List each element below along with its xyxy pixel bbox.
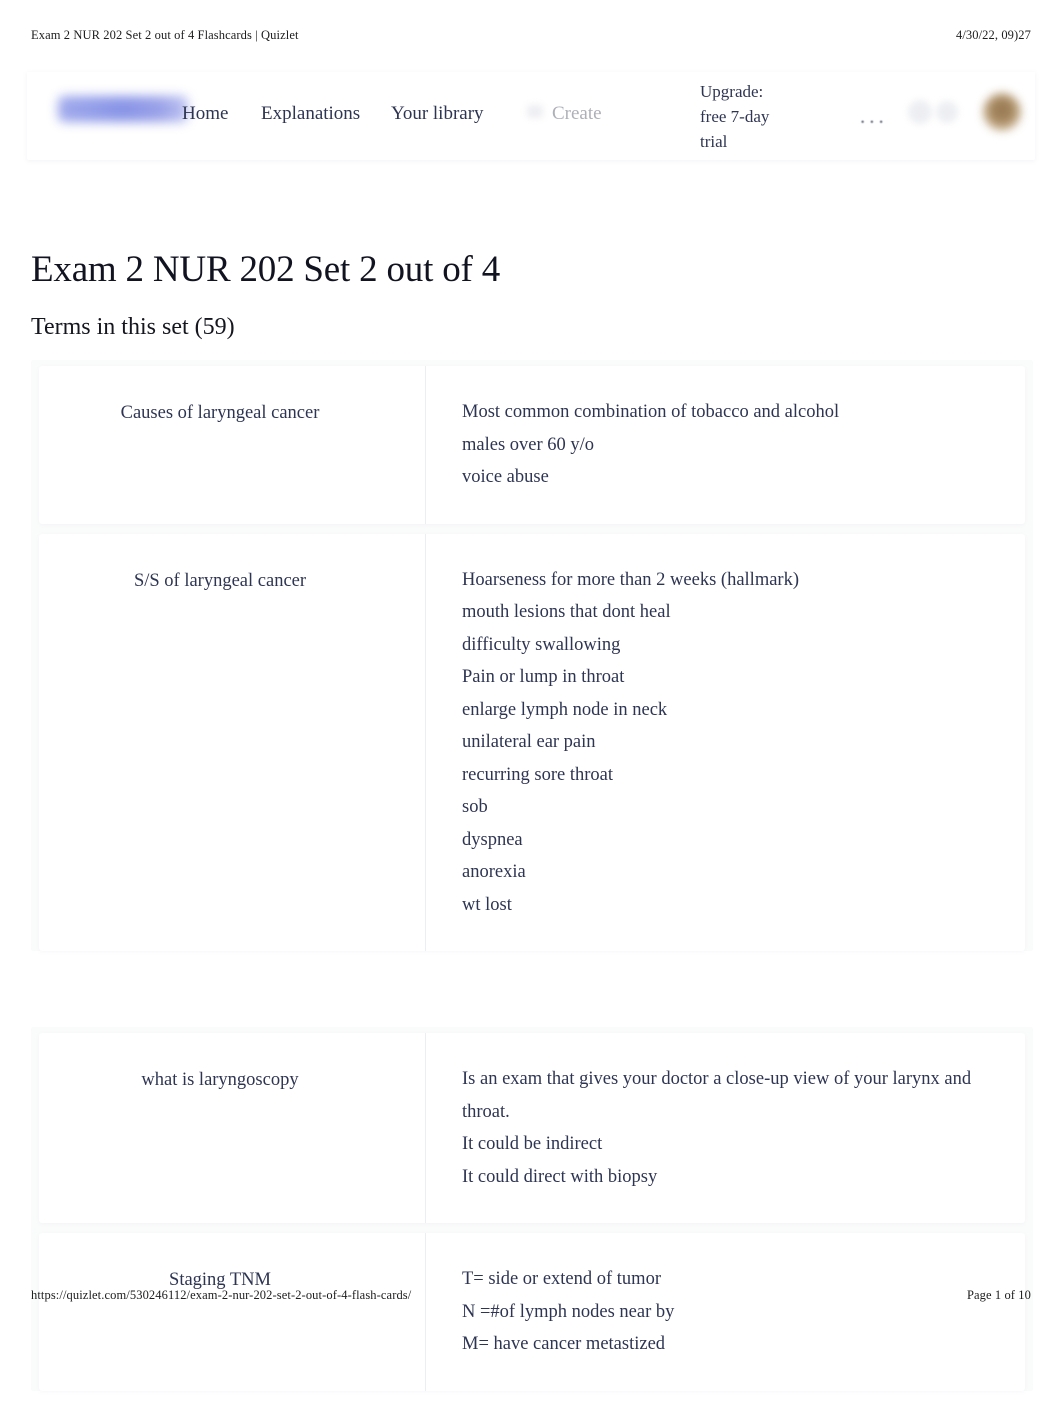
table-row[interactable]: Staging TNM T= side or extend of tumor N… xyxy=(39,1233,1025,1391)
flashcard-definition: Hoarseness for more than 2 weeks (hallma… xyxy=(426,534,1025,952)
definition-line: mouth lesions that dont heal xyxy=(462,602,671,622)
terms-heading: Terms in this set (59) xyxy=(31,314,235,340)
nav-item-explanations[interactable]: Explanations xyxy=(261,103,360,125)
definition-line: sob xyxy=(462,797,488,817)
definition-line: It could direct with biopsy xyxy=(462,1166,658,1187)
nav-item-create[interactable]: Create xyxy=(552,103,602,125)
definition-line: It could be indirect xyxy=(462,1134,603,1154)
definition-line: Pain or lump in throat xyxy=(462,667,625,687)
definition-line: wt lost xyxy=(462,894,512,915)
flashcard-group-bottom: what is laryngoscopy Is an exam that giv… xyxy=(31,1027,1033,1391)
print-footer: https://quizlet.com/530246112/exam-2-nur… xyxy=(0,1288,1062,1308)
flashcard-term: what is laryngoscopy xyxy=(141,1070,299,1090)
definition-line: recurring sore throat xyxy=(462,764,614,785)
definition-line: difficulty swallowing xyxy=(462,634,621,655)
print-header-title: Exam 2 NUR 202 Set 2 out of 4 Flashcards… xyxy=(31,28,299,42)
flashcard-definition: Is an exam that gives your doctor a clos… xyxy=(426,1033,1025,1223)
flashcard-term: Staging TNM xyxy=(169,1270,271,1290)
chevron-down-icon[interactable] xyxy=(527,105,543,118)
definition-line: M= have cancer metastized xyxy=(462,1334,666,1354)
definition-line: enlarge lymph node in neck xyxy=(462,699,668,720)
print-footer-page: Page 1 of 10 xyxy=(966,1288,1031,1302)
definition-line: Is an exam that gives your doctor a clos… xyxy=(462,1069,972,1122)
print-header-date: 4/30/22, 09)27 xyxy=(955,28,1031,42)
definition-line: voice abuse xyxy=(462,467,549,487)
avatar[interactable] xyxy=(983,93,1021,131)
more-options-icon[interactable]: ... xyxy=(860,104,888,129)
flashcard-term: Causes of laryngeal cancer xyxy=(120,403,320,423)
flashcard-term: S/S of laryngeal cancer xyxy=(133,570,307,591)
quizlet-logo[interactable] xyxy=(58,96,188,122)
definition-line: Most common combination of tobacco and a… xyxy=(462,402,840,422)
definition-line: males over 60 y/o xyxy=(462,434,595,455)
definition-line: Hoarseness for more than 2 weeks (hallma… xyxy=(462,569,799,590)
notifications-bell-icon[interactable] xyxy=(908,100,932,124)
nav-item-your-library[interactable]: Your library xyxy=(391,103,484,125)
definition-line: anorexia xyxy=(462,862,526,882)
flashcard-list: Causes of laryngeal cancer Most common c… xyxy=(31,360,1033,1401)
table-row[interactable]: S/S of laryngeal cancer Hoarseness for m… xyxy=(39,533,1025,952)
search-icon[interactable] xyxy=(936,101,958,123)
table-row[interactable]: Causes of laryngeal cancer Most common c… xyxy=(39,366,1025,524)
page-break-gap xyxy=(31,961,1033,1027)
definition-line: unilateral ear pain xyxy=(462,732,596,752)
flashcard-definition: T= side or extend of tumor N =#of lymph … xyxy=(426,1233,1025,1391)
definition-line: dyspnea xyxy=(462,829,523,850)
upgrade-free-trial-button[interactable]: Upgrade: free 7-day trial xyxy=(700,79,776,154)
flashcard-group-top: Causes of laryngeal cancer Most common c… xyxy=(31,360,1033,951)
print-header: Exam 2 NUR 202 Set 2 out of 4 Flashcards… xyxy=(0,28,1062,48)
flashcard-definition: Most common combination of tobacco and a… xyxy=(426,366,1025,524)
nav-item-home[interactable]: Home xyxy=(182,103,228,125)
print-footer-url: https://quizlet.com/530246112/exam-2-nur… xyxy=(31,1288,412,1302)
page-title: Exam 2 NUR 202 Set 2 out of 4 xyxy=(31,249,501,290)
table-row[interactable]: what is laryngoscopy Is an exam that giv… xyxy=(39,1033,1025,1223)
